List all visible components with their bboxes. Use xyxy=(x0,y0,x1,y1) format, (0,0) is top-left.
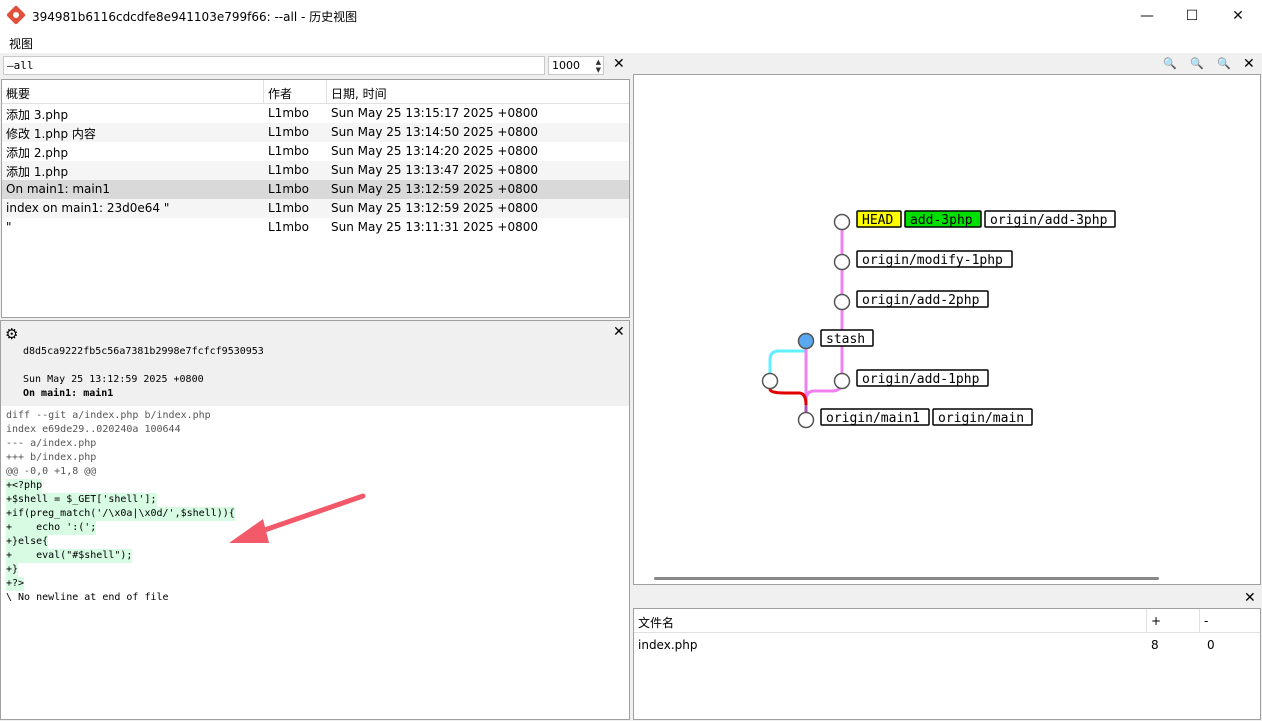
commit-summary: 添加 2.php xyxy=(6,146,69,160)
diff-hunk-line: @@ -0,0 +1,8 @@ xyxy=(6,466,97,477)
commit-date: Sun May 25 13:13:47 2025 +0800 xyxy=(331,163,539,177)
file-removed-count: 0 xyxy=(1207,638,1215,652)
ref-origin-modify-1php[interactable]: origin/modify-1php xyxy=(862,253,1003,268)
max-count-spinbox[interactable]: 1000 ▲ ▼ xyxy=(548,56,604,75)
commit-row[interactable]: 修改 1.php 内容 L1mbo Sun May 25 13:14:50 20… xyxy=(2,123,629,142)
zoom-reset-icon[interactable]: 🔍 xyxy=(1190,57,1204,70)
changed-files-panel: 文件名 + - index.php 8 0 xyxy=(633,608,1261,720)
stash-node[interactable] xyxy=(797,332,815,350)
commit-author: L1mbo xyxy=(268,125,309,139)
diff-added-line: +} xyxy=(6,563,19,577)
commit-date: Sun May 25 13:14:50 2025 +0800 xyxy=(331,125,539,139)
commit-date: Sun May 25 13:11:31 2025 +0800 xyxy=(331,220,539,234)
gear-icon[interactable]: ⚙ xyxy=(5,325,18,343)
header-date[interactable]: 日期, 时间 xyxy=(327,80,629,104)
header-removed[interactable]: - xyxy=(1200,609,1260,633)
graph-toolbar: 🔍 🔍 🔍 ✕ xyxy=(633,54,1261,74)
diff-added-line: +?> xyxy=(6,577,25,591)
commit-date-full: Sun May 25 13:12:59 2025 +0800 xyxy=(23,374,204,385)
maximize-button[interactable]: ☐ xyxy=(1169,0,1215,31)
ref-head[interactable]: HEAD xyxy=(862,213,893,228)
file-name: index.php xyxy=(638,638,698,652)
diff-added-line: +<?php xyxy=(6,479,43,493)
commit-row[interactable]: 添加 3.php L1mbo Sun May 25 13:15:17 2025 … xyxy=(2,104,629,123)
graph-horizontal-scrollbar[interactable] xyxy=(654,577,1159,580)
ref-add-3php[interactable]: add-3php xyxy=(910,213,973,228)
commit-node[interactable] xyxy=(833,213,851,231)
commit-row[interactable]: " L1mbo Sun May 25 13:11:31 2025 +0800 xyxy=(2,218,629,237)
revision-graph: HEAD add-3php origin/add-3php origin/mod… xyxy=(761,210,1116,429)
commit-node[interactable] xyxy=(797,411,815,429)
commit-author: L1mbo xyxy=(268,106,309,120)
commit-hash: d8d5ca9222fb5c56a7381b2998e7fcfcf9530953 xyxy=(23,346,264,357)
window-title: 394981b6116cdcdfe8e941103e799f66: --all … xyxy=(32,10,358,24)
revision-filter-input[interactable] xyxy=(3,56,545,75)
ref-origin-add-1php[interactable]: origin/add-1php xyxy=(862,372,980,387)
ref-origin-main1[interactable]: origin/main1 xyxy=(826,411,920,426)
diff-added-line: + echo ':('; xyxy=(6,521,97,535)
annotation-arrow-icon xyxy=(229,493,366,543)
commit-summary: " xyxy=(6,220,12,234)
revision-graph-panel: HEAD add-3php origin/add-3php origin/mod… xyxy=(633,74,1261,585)
commit-author: L1mbo xyxy=(268,163,309,177)
commit-author: L1mbo xyxy=(268,182,309,196)
close-files-icon[interactable]: ✕ xyxy=(1244,591,1256,605)
diff-added-line: +if(preg_match('/\x0a|\x0d/',$shell)){ xyxy=(6,507,235,521)
diff-line: +++ b/index.php xyxy=(6,452,97,463)
commit-node[interactable] xyxy=(761,372,779,390)
header-author[interactable]: 作者 xyxy=(264,80,327,104)
header-summary[interactable]: 概要 xyxy=(2,80,264,104)
diff-added-line: + eval("#$shell"); xyxy=(6,549,133,563)
commit-date: Sun May 25 13:12:59 2025 +0800 xyxy=(331,201,539,215)
commit-row[interactable]: index on main1: 23d0e64 " L1mbo Sun May … xyxy=(2,199,629,218)
commit-row[interactable]: 添加 1.php L1mbo Sun May 25 13:13:47 2025 … xyxy=(2,161,629,180)
ref-stash[interactable]: stash xyxy=(826,332,865,347)
close-search-icon[interactable]: ✕ xyxy=(613,57,625,71)
commit-summary: 修改 1.php 内容 xyxy=(6,127,96,141)
commit-summary: 添加 1.php xyxy=(6,165,69,179)
ref-origin-add-2php[interactable]: origin/add-2php xyxy=(862,293,980,308)
menu-view[interactable]: 视图 xyxy=(9,35,33,52)
commit-node[interactable] xyxy=(833,372,851,390)
commit-list: 概要 作者 日期, 时间 添加 3.php L1mbo Sun May 25 1… xyxy=(1,79,630,318)
commit-detail-panel: ⚙ ✕ d8d5ca9222fb5c56a7381b2998e7fcfcf953… xyxy=(0,320,630,720)
commit-row-selected[interactable]: On main1: main1 L1mbo Sun May 25 13:12:5… xyxy=(2,180,629,199)
diff-added-line: +$shell = $_GET['shell']; xyxy=(6,493,157,507)
header-filename[interactable]: 文件名 xyxy=(634,609,1147,633)
close-window-button[interactable]: ✕ xyxy=(1215,0,1261,31)
menu-bar: 视图 xyxy=(0,31,1262,53)
ref-origin-main[interactable]: origin/main xyxy=(938,411,1024,426)
close-detail-icon[interactable]: ✕ xyxy=(613,325,625,339)
commit-detail-header: ⚙ ✕ d8d5ca9222fb5c56a7381b2998e7fcfcf953… xyxy=(1,321,629,406)
diff-line: \ No newline at end of file xyxy=(6,592,169,603)
commit-row[interactable]: 添加 2.php L1mbo Sun May 25 13:14:20 2025 … xyxy=(2,142,629,161)
diff-line: diff --git a/index.php b/index.php xyxy=(6,410,211,421)
diff-line: --- a/index.php xyxy=(6,438,97,449)
commit-message: On main1: main1 xyxy=(23,388,114,399)
commit-date: Sun May 25 13:12:59 2025 +0800 xyxy=(331,182,539,196)
close-graph-icon[interactable]: ✕ xyxy=(1243,57,1255,71)
zoom-out-icon[interactable]: 🔍 xyxy=(1163,57,1177,70)
commit-date: Sun May 25 13:15:17 2025 +0800 xyxy=(331,106,539,120)
ref-origin-add-3php[interactable]: origin/add-3php xyxy=(990,213,1108,228)
diff-added-line: +}else{ xyxy=(6,535,49,549)
commit-author: L1mbo xyxy=(268,220,309,234)
commit-author: L1mbo xyxy=(268,201,309,215)
header-added[interactable]: + xyxy=(1147,609,1200,633)
commit-summary: 添加 3.php xyxy=(6,108,69,122)
file-added-count: 8 xyxy=(1151,638,1159,652)
max-count-value: 1000 xyxy=(552,59,580,72)
commit-node[interactable] xyxy=(833,253,851,271)
zoom-in-icon[interactable]: 🔍 xyxy=(1217,57,1231,70)
commit-summary: index on main1: 23d0e64 " xyxy=(6,201,170,215)
commit-summary: On main1: main1 xyxy=(6,182,110,196)
commit-node[interactable] xyxy=(833,293,851,311)
title-bar: 394981b6116cdcdfe8e941103e799f66: --all … xyxy=(0,0,1262,31)
spin-arrows-icon[interactable]: ▲ ▼ xyxy=(596,58,601,74)
minimize-button[interactable]: — xyxy=(1124,0,1170,31)
git-app-icon xyxy=(6,5,26,25)
diff-line: index e69de29..020240a 100644 xyxy=(6,424,181,435)
commit-date: Sun May 25 13:14:20 2025 +0800 xyxy=(331,144,539,158)
commit-author: L1mbo xyxy=(268,144,309,158)
